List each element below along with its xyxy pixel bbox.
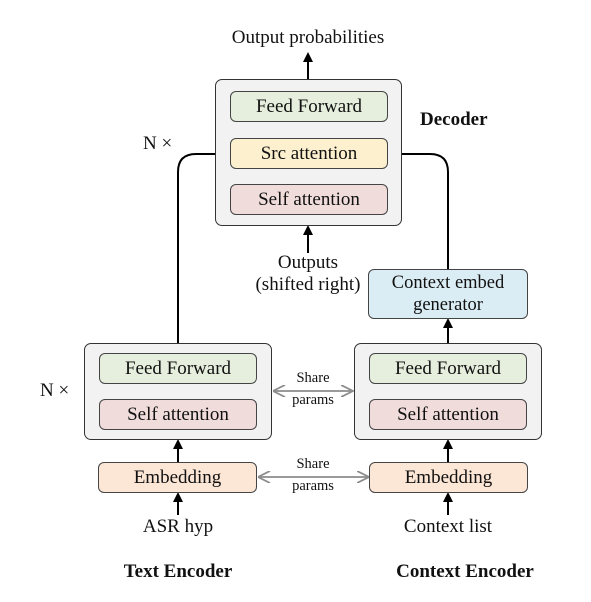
text-encoder-title: Text Encoder [123,561,233,582]
context-encoder-feed-forward: Feed Forward [369,353,527,384]
decoder-self-attention: Self attention [230,184,388,215]
decoder-src-attention: Src attention [230,138,388,169]
text-encoder-self-attention: Self attention [99,399,257,430]
text-encoder-embedding: Embedding [98,462,257,493]
share-params-encoder-label: Share params [283,368,343,412]
decoder-feed-forward: Feed Forward [230,91,388,122]
share-params-encoder-line2: params [292,391,334,408]
text-encoder-feed-forward: Feed Forward [99,353,257,384]
decoder-block: Feed Forward Src attention Self attentio… [215,79,402,226]
context-embed-generator: Context embed generator [368,269,528,319]
outputs-label-line1: Outputs [277,252,339,273]
context-encoder-self-attention: Self attention [369,399,527,430]
context-encoder-block: Feed Forward Self attention [354,343,542,440]
context-embed-generator-line1: Context embed [391,272,505,293]
text-encoder-block: Feed Forward Self attention [84,343,272,440]
share-params-embedding-line2: params [292,477,334,494]
context-embed-generator-line2: generator [413,295,483,315]
output-probabilities-label: Output probabilities [231,27,385,48]
decoder-title: Decoder [420,109,488,130]
outputs-shifted-right-label: Outputs (shifted right) [228,252,388,296]
share-params-encoder-line1: Share [296,370,330,386]
context-list-label: Context list [403,516,493,537]
decoder-repeat-label: N × [143,133,173,154]
outputs-label-line2: (shifted right) [255,273,361,295]
context-encoder-embedding: Embedding [369,462,528,493]
text-encoder-repeat-label: N × [40,380,70,401]
asr-hyp-label: ASR hyp [142,516,214,537]
share-params-embedding-line1: Share [296,456,330,472]
share-params-embedding-label: Share params [283,454,343,498]
context-encoder-title: Context Encoder [396,561,534,582]
